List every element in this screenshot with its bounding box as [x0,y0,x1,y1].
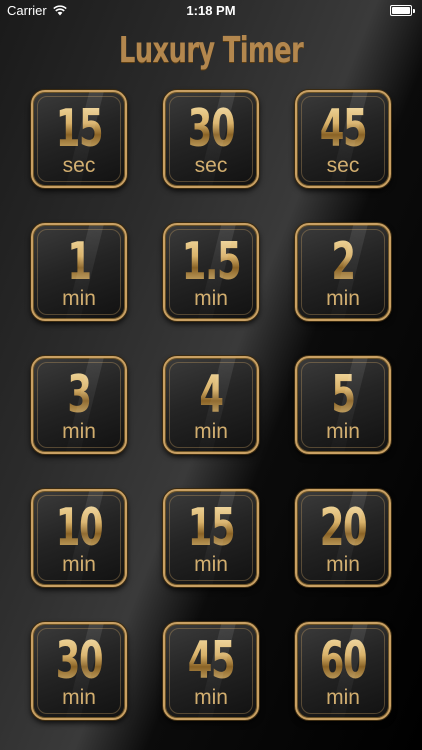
timer-grid: 15 sec 30 sec 45 sec 1 min 1.5 min 2 min… [31,90,391,720]
timer-button-30-sec[interactable]: 30 sec [163,90,259,188]
app-title: Luxury Timer [118,30,304,71]
timer-button-30-min[interactable]: 30 min [31,622,127,720]
timer-unit: sec [326,154,360,177]
timer-unit: min [194,686,228,709]
timer-value: 30 [180,100,243,158]
timer-value: 30 [48,632,111,690]
timer-button-4-min[interactable]: 4 min [163,356,259,454]
timer-value: 15 [180,499,243,557]
timer-value: 3 [48,366,111,424]
timer-button-45-min[interactable]: 45 min [163,622,259,720]
timer-button-10-min[interactable]: 10 min [31,489,127,587]
timer-button-5-min[interactable]: 5 min [295,356,391,454]
timer-button-2-min[interactable]: 2 min [295,223,391,321]
timer-value: 45 [180,632,243,690]
timer-button-3-min[interactable]: 3 min [31,356,127,454]
status-bar: Carrier 1:18 PM [0,0,422,22]
timer-unit: min [194,287,228,310]
timer-unit: min [326,287,360,310]
timer-value: 1 [48,233,111,291]
timer-value: 1.5 [181,232,242,292]
timer-unit: sec [194,154,228,177]
timer-unit: min [62,686,96,709]
timer-value: 10 [48,499,111,557]
clock: 1:18 PM [186,3,236,18]
timer-button-15-sec[interactable]: 15 sec [31,90,127,188]
timer-unit: sec [62,154,96,177]
timer-value: 20 [312,499,375,557]
timer-unit: min [194,420,228,443]
timer-unit: min [326,420,360,443]
timer-value: 5 [312,366,375,424]
timer-value: 60 [312,632,375,690]
timer-button-20-min[interactable]: 20 min [295,489,391,587]
timer-unit: min [326,686,360,709]
timer-value: 2 [312,233,375,291]
timer-button-1-5-min[interactable]: 1.5 min [163,223,259,321]
timer-value: 45 [312,100,375,158]
timer-button-45-sec[interactable]: 45 sec [295,90,391,188]
timer-unit: min [326,553,360,576]
battery-icon [390,5,415,16]
timer-unit: min [62,553,96,576]
timer-button-1-min[interactable]: 1 min [31,223,127,321]
timer-value: 15 [48,100,111,158]
timer-button-60-min[interactable]: 60 min [295,622,391,720]
timer-unit: min [194,553,228,576]
timer-value: 4 [180,366,243,424]
timer-unit: min [62,287,96,310]
timer-unit: min [62,420,96,443]
timer-button-15-min[interactable]: 15 min [163,489,259,587]
